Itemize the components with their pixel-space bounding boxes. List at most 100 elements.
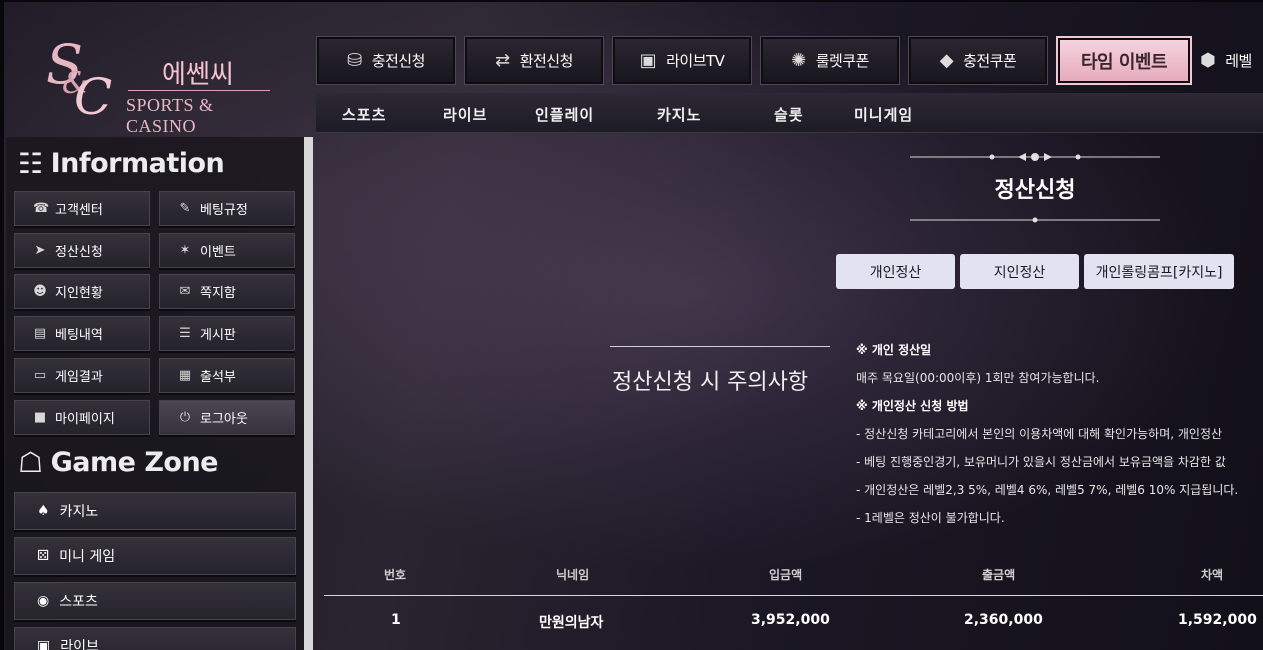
cell-nickname: 만원의남자 xyxy=(539,615,604,631)
topnav-withdraw-button[interactable]: ⇄ 환전신청 xyxy=(464,36,604,85)
live-icon: ▣ xyxy=(37,638,51,650)
cell-difference: 1,592,000 xyxy=(1178,612,1257,628)
settlement-tabs: 개인정산 지인정산 개인롤링콤프[카지노] xyxy=(836,254,1234,289)
subnav-minigame[interactable]: 미니게임 xyxy=(854,104,913,125)
window-left-border xyxy=(0,0,4,650)
topnav-livetv-button[interactable]: ▣ 라이브TV xyxy=(612,36,752,85)
ticket-icon: ◆ xyxy=(939,50,954,71)
window-top-border xyxy=(0,0,1263,2)
subnav-sports[interactable]: 스포츠 xyxy=(342,104,386,125)
game-zone-title: ☖ Game Zone xyxy=(18,446,219,479)
notice-line: ※ 개인 정산일 xyxy=(856,343,932,357)
site-logo[interactable]: S & C 에쎈씨 SPORTS & CASINO xyxy=(46,38,276,136)
rule-icon: ✎ xyxy=(179,201,191,216)
info-board-icon: ☷ xyxy=(18,147,43,180)
column-header-nickname: 닉네임 xyxy=(556,568,590,582)
logo-divider xyxy=(128,90,270,91)
topnav-coupon-button[interactable]: ◆ 충전쿠폰 xyxy=(908,36,1048,85)
notice-line: ※ 개인정산 신청 방법 xyxy=(856,399,969,413)
topnav-label: 충전쿠폰 xyxy=(963,52,1017,70)
sidebar-item-board[interactable]: ☰ 게시판 xyxy=(159,316,295,351)
information-title: ☷ Information xyxy=(18,147,225,180)
logo-english-name: SPORTS & CASINO xyxy=(126,95,214,136)
power-icon: ⏻ xyxy=(179,410,191,425)
sidebar-item-messages[interactable]: ✉ 쪽지함 xyxy=(159,274,295,309)
column-header-number: 번호 xyxy=(384,568,407,582)
column-header-withdraw: 출금액 xyxy=(982,568,1016,582)
live-tv-icon: ▣ xyxy=(639,50,657,71)
notice-text: ※ 개인 정산일 매주 목요일(00:00이후) 1회만 참여가능합니다. ※ … xyxy=(856,340,1263,536)
sidebar-item-betting-rules[interactable]: ✎ 베팅규정 xyxy=(159,191,295,226)
table-divider xyxy=(324,595,1263,596)
sidebar-item-mypage[interactable]: ■ 마이페이지 xyxy=(14,400,150,435)
column-header-difference: 차액 xyxy=(1201,568,1224,582)
gamezone-live[interactable]: ▣ 라이브 xyxy=(14,627,296,650)
gamezone-casino[interactable]: ♠ 카지노 xyxy=(14,492,296,530)
sidebar-scrollbar[interactable] xyxy=(304,137,313,650)
column-header-deposit: 입금액 xyxy=(769,568,803,582)
page-title: 정산신청 xyxy=(994,178,1076,203)
monitor-icon: ▭ xyxy=(33,368,47,383)
sidebar-item-logout[interactable]: ⏻ 로그아웃 xyxy=(159,400,295,435)
notice-line: - 정산신청 카테고리에서 본인의 이용차액에 대해 확인가능하며, 개인정산 xyxy=(856,427,1223,441)
tab-referral-settlement[interactable]: 지인정산 xyxy=(960,254,1079,289)
notice-line: 매주 목요일(00:00이후) 1회만 참여가능합니다. xyxy=(856,371,1100,385)
topnav-label: 레벨 xyxy=(1225,52,1252,70)
dice-icon: ⚄ xyxy=(37,548,50,564)
subnav-inplay[interactable]: 인플레이 xyxy=(535,104,594,125)
sidebar-item-bet-history[interactable]: ▤ 베팅내역 xyxy=(14,316,150,351)
exchange-icon: ⇄ xyxy=(495,50,510,71)
notice-title: 정산신청 시 주의사항 xyxy=(612,370,809,395)
title-ornament-top xyxy=(910,153,1160,161)
time-event-button[interactable]: 타임 이벤트 xyxy=(1056,36,1192,85)
headset-icon: ☎ xyxy=(33,201,50,216)
tab-rolling-comp[interactable]: 개인롤링콤프[카지노] xyxy=(1084,254,1234,289)
topnav-label: 타임 이벤트 xyxy=(1080,51,1168,73)
spade-icon: ♠ xyxy=(37,503,50,519)
user-icon: ■ xyxy=(33,410,47,425)
cell-deposit: 3,952,000 xyxy=(751,612,830,628)
sidebar-item-referrals[interactable]: ☻ 지인현황 xyxy=(14,274,150,309)
roulette-icon: ✺ xyxy=(791,50,806,71)
logo-korean-name: 에쎈씨 xyxy=(162,60,234,90)
top-nav: ⛁ 충전신청 ⇄ 환전신청 ▣ 라이브TV ✺ 룰렛쿠폰 ◆ 충전쿠폰 타임 이… xyxy=(316,36,1260,85)
topnav-label: 충전신청 xyxy=(371,52,426,70)
subnav-slot[interactable]: 슬롯 xyxy=(774,104,804,125)
ball-icon: ◉ xyxy=(37,593,50,609)
users-icon: ☻ xyxy=(33,284,47,299)
history-icon: ▤ xyxy=(33,326,47,341)
cell-withdraw: 2,360,000 xyxy=(964,612,1043,628)
topnav-label: 라이브TV xyxy=(666,52,725,70)
topnav-deposit-button[interactable]: ⛁ 충전신청 xyxy=(316,36,456,85)
party-icon: ✶ xyxy=(179,243,191,258)
level-cube-icon: ⬢ xyxy=(1200,50,1216,71)
gamezone-sports[interactable]: ◉ 스포츠 xyxy=(14,582,296,620)
game-category-nav: 스포츠 라이브 인플레이 카지노 슬롯 미니게임 xyxy=(316,93,1263,133)
subnav-casino[interactable]: 카지노 xyxy=(657,104,701,125)
sidebar-item-customer-center[interactable]: ☎ 고객센터 xyxy=(14,191,150,226)
coins-icon: ⛁ xyxy=(347,50,362,71)
notice-line: - 개인정산은 레벨2,3 5%, 레벨4 6%, 레벨5 7%, 레벨6 10… xyxy=(856,483,1239,497)
sidebar: ☷ Information ☎ 고객센터 ✎ 베팅규정 ➤ 정산신청 ✶ 이벤트… xyxy=(6,137,306,650)
message-icon: ✉ xyxy=(179,284,191,299)
settle-icon: ➤ xyxy=(34,243,46,258)
logo-mark-c: C xyxy=(74,68,113,126)
gamepad-icon: ☖ xyxy=(18,446,43,479)
cell-number: 1 xyxy=(391,612,401,628)
topnav-roulette-button[interactable]: ✺ 룰렛쿠폰 xyxy=(760,36,900,85)
sidebar-item-event[interactable]: ✶ 이벤트 xyxy=(159,233,295,268)
notice-divider xyxy=(610,346,830,347)
topnav-level-button[interactable]: ⬢ 레벨 xyxy=(1200,36,1260,85)
topnav-label: 환전신청 xyxy=(519,52,574,70)
notice-line: - 베팅 진행중인경기, 보유머니가 있을시 정산금에서 보유금액을 차감한 값 xyxy=(856,455,1226,469)
topnav-label: 룰렛쿠폰 xyxy=(815,52,870,70)
tab-personal-settlement[interactable]: 개인정산 xyxy=(836,254,955,289)
notice-line: - 1레벨은 정산이 불가합니다. xyxy=(856,511,1005,525)
sidebar-item-attendance[interactable]: ▦ 출석부 xyxy=(159,358,295,393)
subnav-live[interactable]: 라이브 xyxy=(443,104,487,125)
calendar-icon: ▦ xyxy=(178,368,192,383)
sidebar-item-settlement[interactable]: ➤ 정산신청 xyxy=(14,233,150,268)
gamezone-minigame[interactable]: ⚄ 미니 게임 xyxy=(14,537,296,575)
sidebar-item-game-results[interactable]: ▭ 게임결과 xyxy=(14,358,150,393)
board-icon: ☰ xyxy=(179,326,191,341)
